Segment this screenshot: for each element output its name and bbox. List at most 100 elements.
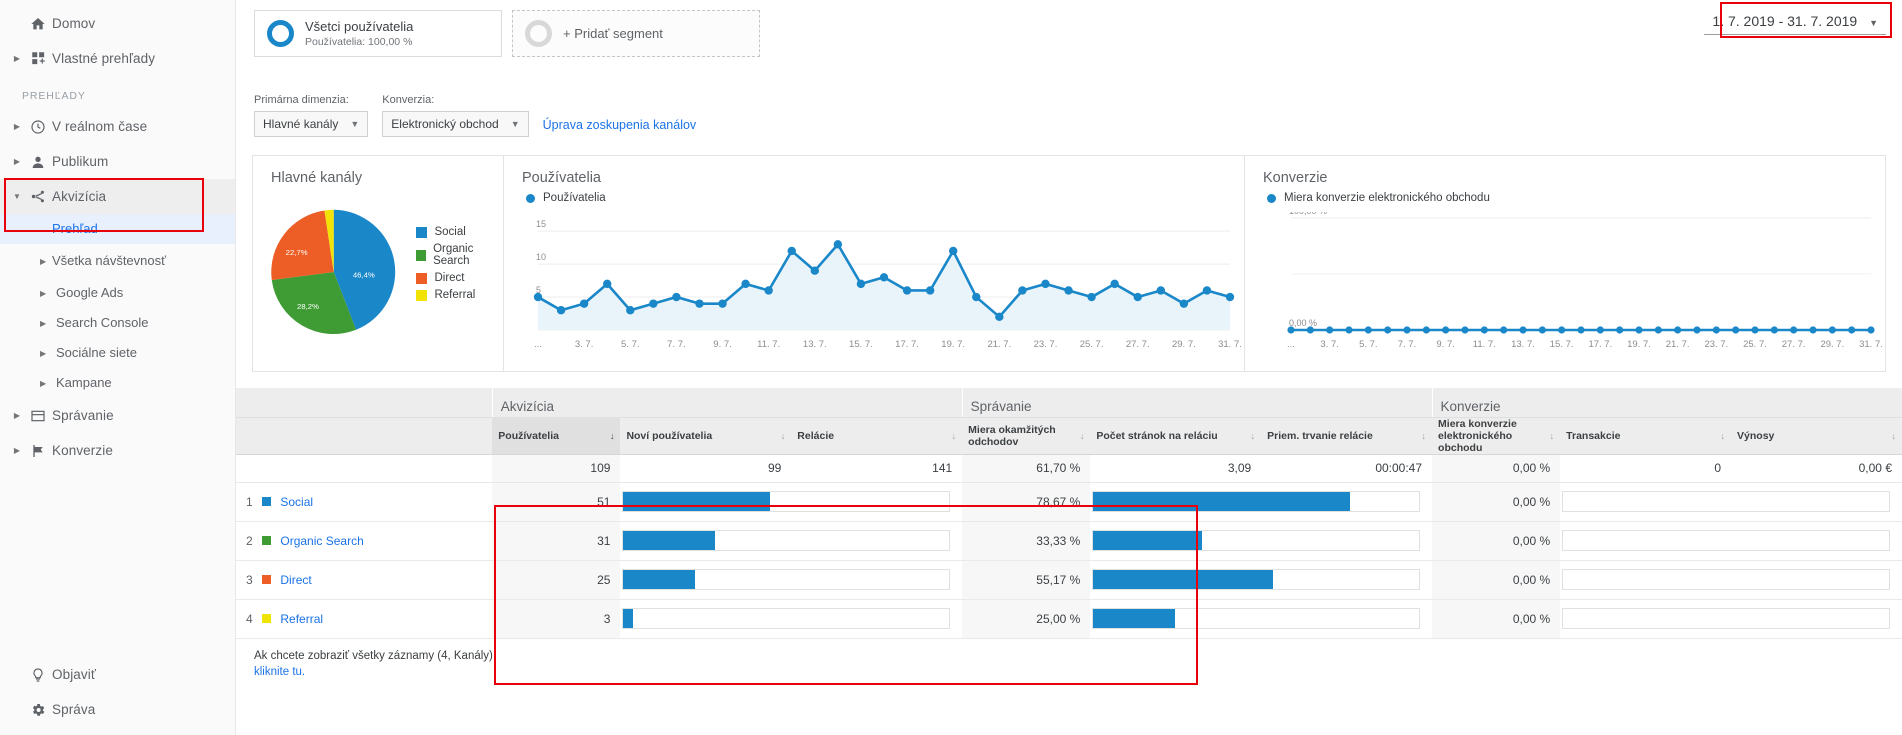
column-header-transakcie[interactable]: Transakcie ↓ <box>1560 417 1732 455</box>
row-conv-bar-cell <box>1560 482 1902 522</box>
totals-bounce-rate: 61,70 % <box>962 454 1091 483</box>
users-plot[interactable]: 5 10 15... 3. 7. 5. 7. 7. 7. 9. 7. 11. 7. 13. 7.… <box>504 212 1244 352</box>
svg-text:25. 7.: 25. 7. <box>1080 339 1104 350</box>
row-conv-bar-cell <box>1560 560 1902 600</box>
bar-track <box>1562 530 1890 552</box>
lightbulb-icon <box>24 667 52 683</box>
chevron-right-icon: ▶ <box>40 288 47 298</box>
totals-avg-duration: 00:00:47 <box>1261 454 1433 483</box>
bar-fill <box>1093 570 1273 590</box>
edit-channel-grouping-link[interactable]: Úprava zoskupenia kanálov <box>543 118 697 137</box>
sidebar-item-vlastne-prehlady[interactable]: ▶ Vlastné prehľady <box>0 41 235 76</box>
table-body: 109 99 141 61,70 % 3,09 00:00:47 0,00 % … <box>236 454 1902 639</box>
svg-text:19. 7.: 19. 7. <box>1627 339 1651 350</box>
sidebar-subitem-label: Sociálne siete <box>56 344 137 360</box>
row-ecom-conv-rate: 0,00 % <box>1432 599 1561 639</box>
legend-item[interactable]: Referral <box>416 289 503 301</box>
conversion-block: Konverzia: Elektronický obchod ▼ <box>382 94 529 137</box>
channel-swatch <box>262 535 272 545</box>
channels-table-zone: Akvizícia Správanie Konverzie Používatel… <box>236 388 1902 685</box>
legend-swatch-social <box>416 226 428 238</box>
totals-revenue: 0,00 € <box>1731 454 1902 483</box>
row-channel-cell: 4 Referral <box>236 599 493 639</box>
sidebar-subitem-search-console[interactable]: ▶ Search Console <box>0 308 235 338</box>
footnote-link[interactable]: kliknite tu. <box>254 666 305 678</box>
row-ecom-conv-rate: 0,00 % <box>1432 560 1561 600</box>
channel-link[interactable]: Social <box>280 495 313 509</box>
row-bounce-rate: 25,00 % <box>962 599 1091 639</box>
users-area-chart[interactable]: 51015... 3. 7. 5. 7. 7. 7. 9. 7. 11. 7. 13. 7.… <box>504 212 1244 352</box>
column-header-miera-konverzie[interactable]: Miera konverzie elektronického obchodu ↓ <box>1432 417 1561 455</box>
legend-item[interactable]: Social <box>416 226 503 238</box>
table-row[interactable]: 2 Organic Search 31 33,33 % 0,00 % <box>236 521 1902 561</box>
sidebar-item-v-realnom-case[interactable]: ▶ V reálnom čase <box>0 109 235 144</box>
column-header-pouzivatelia[interactable]: Používatelia ↓ <box>492 417 621 455</box>
table-footnote: Ak chcete zobraziť všetky záznamy (4, Ka… <box>236 639 1902 681</box>
pie-wrap: 46,4% 28,2% 22,7% Social Organic Search <box>253 192 503 352</box>
bar-fill <box>1093 609 1175 629</box>
legend-item[interactable]: Organic Search <box>416 243 503 267</box>
column-header-vynosy[interactable]: Výnosy ↓ <box>1731 417 1902 455</box>
home-icon <box>24 16 52 32</box>
channels-pie-chart[interactable]: 46,4% 28,2% 22,7% <box>263 192 404 352</box>
chevron-right-icon: ▶ <box>13 410 21 420</box>
date-range-picker[interactable]: 1. 7. 2019 - 31. 7. 2019 ▼ <box>1704 9 1886 35</box>
svg-text:100,00 %: 100,00 % <box>1289 212 1327 216</box>
group-header-akvizicia: Akvizícia <box>491 388 963 418</box>
card-title: Konverzie <box>1263 170 1328 186</box>
primary-dimension-dropdown[interactable]: Hlavné kanály ▼ <box>254 111 369 137</box>
sidebar-subitem-google-ads[interactable]: ▶ Google Ads <box>0 278 235 308</box>
table-row[interactable]: 3 Direct 25 55,17 % 0,00 % <box>236 560 1902 600</box>
svg-text:...: ... <box>1287 339 1295 350</box>
svg-text:17. 7.: 17. 7. <box>1588 339 1612 350</box>
sidebar-subitem-vsetka-navstevnost[interactable]: ▶ Všetka návštevnosť <box>0 244 235 278</box>
column-header-pocet-stranok-na-relaciu[interactable]: Počet stránok na reláciu ↓ <box>1090 417 1262 455</box>
svg-text:27. 7.: 27. 7. <box>1782 339 1806 350</box>
table-row[interactable]: 1 Social 51 78,67 % 0,00 % <box>236 482 1902 522</box>
table-row[interactable]: 4 Referral 3 25,00 % 0,00 % <box>236 599 1902 639</box>
column-header-novi-pouzivatelia[interactable]: Noví používatelia ↓ <box>620 417 792 455</box>
sidebar-item-akvizicia[interactable]: ▼ Akvizícia <box>0 179 235 214</box>
table-head: Akvizícia Správanie Konverzie Používatel… <box>236 388 1902 455</box>
svg-text:15. 7.: 15. 7. <box>1550 339 1574 350</box>
column-header-relacie[interactable]: Relácie ↓ <box>791 417 963 455</box>
channel-link[interactable]: Organic Search <box>280 534 363 548</box>
column-header-label: Relácie <box>797 429 835 442</box>
gear-icon <box>24 702 52 718</box>
sidebar-item-konverzie[interactable]: ▶ Konverzie <box>0 433 235 468</box>
totals-new-users: 99 <box>620 454 792 483</box>
primary-dimension-block: Primárna dimenzia: Hlavné kanály ▼ <box>254 94 369 137</box>
main-content: 1. 7. 2019 - 31. 7. 2019 ▼ Všetci použív… <box>236 0 1902 735</box>
sidebar-item-spravanie[interactable]: ▶ Správanie <box>0 398 235 433</box>
legend-item[interactable]: Direct <box>416 272 503 284</box>
channel-link[interactable]: Direct <box>280 573 311 587</box>
sidebar-item-objavit[interactable]: Objaviť <box>0 657 235 692</box>
row-bounce-bar-cell <box>1090 560 1433 600</box>
add-segment-button[interactable]: + Pridať segment <box>512 10 760 57</box>
conversions-line-chart[interactable]: 0,00 % 100,00 %... 3. 7. 5. 7. 7. 7. 9. 7. 11.… <box>1245 206 1885 370</box>
chevron-down-icon: ▼ <box>510 119 520 129</box>
segment-all-users[interactable]: Všetci používatelia Používatelia: 100,00… <box>254 10 502 57</box>
svg-text:31. 7.: 31. 7. <box>1218 339 1242 350</box>
sidebar-item-sprava[interactable]: Správa <box>0 692 235 727</box>
row-conv-bar-cell <box>1560 599 1902 639</box>
svg-text:11. 7.: 11. 7. <box>757 339 780 350</box>
column-header-miera-okamzitych-odchodov[interactable]: Miera okamžitých odchodov ↓ <box>962 417 1091 455</box>
conversion-dropdown[interactable]: Elektronický obchod ▼ <box>382 111 529 137</box>
sidebar-subitem-kampane[interactable]: ▶ Kampane <box>0 368 235 398</box>
column-header-priem-trvanie-relacie[interactable]: Priem. trvanie relácie ↓ <box>1261 417 1433 455</box>
sidebar-item-domov[interactable]: Domov <box>0 6 235 41</box>
sidebar-subitem-label: Google Ads <box>56 284 124 300</box>
sidebar-subitem-prehlad[interactable]: Prehľad <box>0 214 235 244</box>
sidebar-subitem-socialne-siete[interactable]: ▶ Sociálne siete <box>0 338 235 368</box>
sidebar-item-publikum[interactable]: ▶ Publikum <box>0 144 235 179</box>
sort-arrow-icon: ↓ <box>1421 430 1427 441</box>
channel-link[interactable]: Referral <box>280 612 323 626</box>
row-bounce-rate: 78,67 % <box>962 482 1091 522</box>
conversions-plot[interactable]: 0,00 % 100,00 %... 3. 7. 5. 7. 7. 7. 9. 7. 11.… <box>1245 206 1885 370</box>
totals-users: 109 <box>492 454 621 483</box>
bar-track <box>1092 608 1421 630</box>
users-chart-legend: Používatelia <box>504 192 1244 204</box>
group-header-spravanie: Správanie <box>961 388 1433 418</box>
svg-text:19. 7.: 19. 7. <box>941 339 965 350</box>
